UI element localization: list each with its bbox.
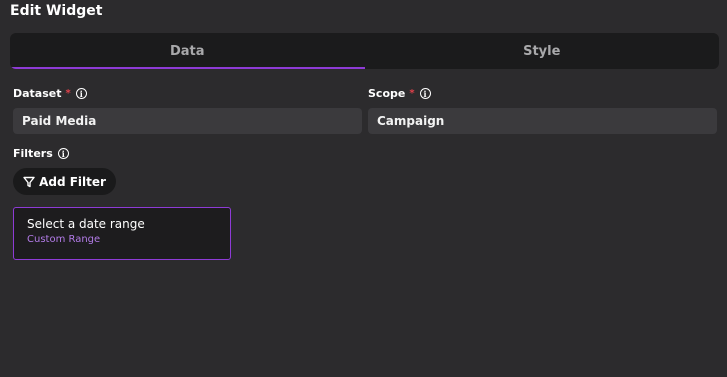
- dataset-label: Dataset: [13, 87, 62, 100]
- add-filter-button[interactable]: Add Filter: [13, 168, 116, 195]
- required-marker: *: [65, 88, 71, 99]
- scope-label: Scope: [368, 87, 406, 100]
- tab-style[interactable]: Style: [365, 33, 720, 69]
- filters-label: Filters: [13, 147, 53, 160]
- info-icon[interactable]: i: [57, 148, 69, 159]
- scope-select[interactable]: Campaign: [368, 108, 717, 134]
- date-range-subtitle: Custom Range: [27, 234, 101, 245]
- tab-bar: Data Style: [10, 33, 719, 69]
- dataset-label-row: Dataset * i: [13, 87, 87, 100]
- add-filter-label: Add Filter: [39, 174, 106, 189]
- funnel-icon: [23, 176, 35, 188]
- info-icon[interactable]: i: [419, 88, 431, 99]
- date-range-card[interactable]: Select a date range Custom Range: [13, 207, 231, 260]
- scope-label-row: Scope * i: [368, 87, 431, 100]
- date-range-title: Select a date range: [27, 217, 145, 231]
- dataset-select[interactable]: Paid Media: [13, 108, 362, 134]
- page-title: Edit Widget: [10, 3, 103, 19]
- tab-data[interactable]: Data: [10, 33, 365, 69]
- info-icon[interactable]: i: [75, 88, 87, 99]
- filters-label-row: Filters i: [13, 147, 69, 160]
- required-marker: *: [409, 88, 415, 99]
